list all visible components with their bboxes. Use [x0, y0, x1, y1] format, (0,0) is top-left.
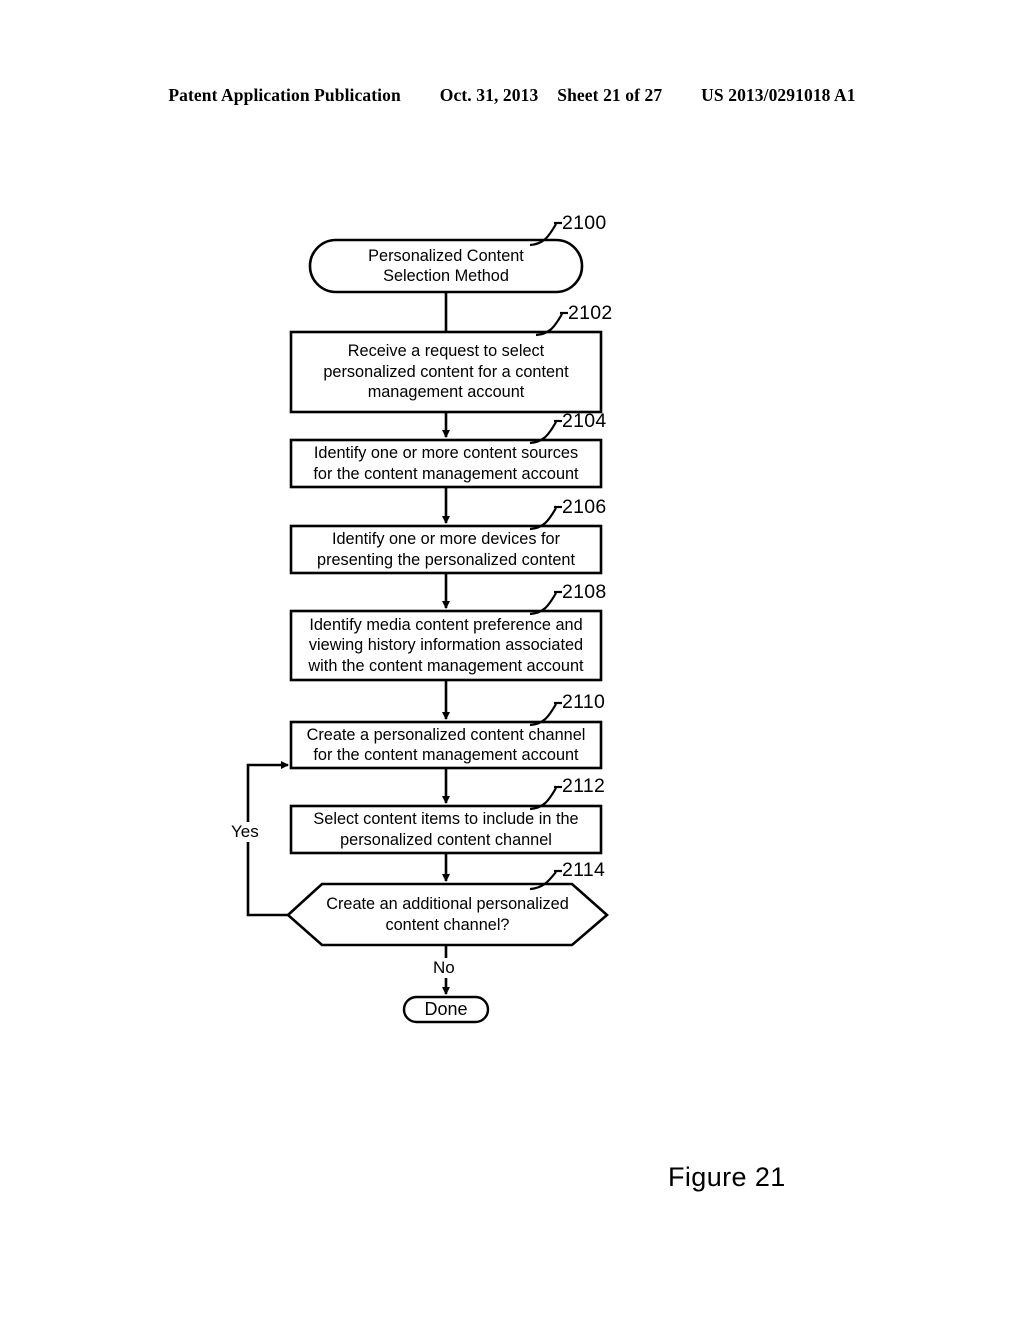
- node-shape-2104: [289, 438, 603, 489]
- ref-number-2108: 2108: [562, 581, 607, 603]
- ref-number-2110: 2110: [562, 691, 606, 713]
- flowchart-svg: [246, 221, 609, 1024]
- ref-number-2102: 2102: [568, 302, 613, 324]
- node-shape-2114: [286, 882, 609, 947]
- node-shape-2106: [289, 524, 603, 575]
- node-shape-2112: [289, 804, 603, 855]
- node-shape-2108: [289, 609, 603, 682]
- node-shape-2100: [308, 238, 584, 294]
- flowchart-diagram: Personalized Content Selection Method Re…: [0, 0, 1024, 1320]
- ref-number-2114: 2114: [562, 859, 606, 881]
- node-shape-2102: [289, 330, 603, 414]
- edge-label-yes: Yes: [229, 822, 261, 842]
- ref-number-2100: 2100: [562, 212, 607, 234]
- node-shape-done: [402, 995, 490, 1024]
- ref-number-2112: 2112: [562, 775, 606, 797]
- ref-number-2106: 2106: [562, 496, 607, 518]
- node-shape-2110: [289, 720, 603, 770]
- ref-number-2104: 2104: [562, 410, 607, 432]
- figure-caption: Figure 21: [668, 1162, 786, 1192]
- edge-label-no: No: [431, 958, 457, 978]
